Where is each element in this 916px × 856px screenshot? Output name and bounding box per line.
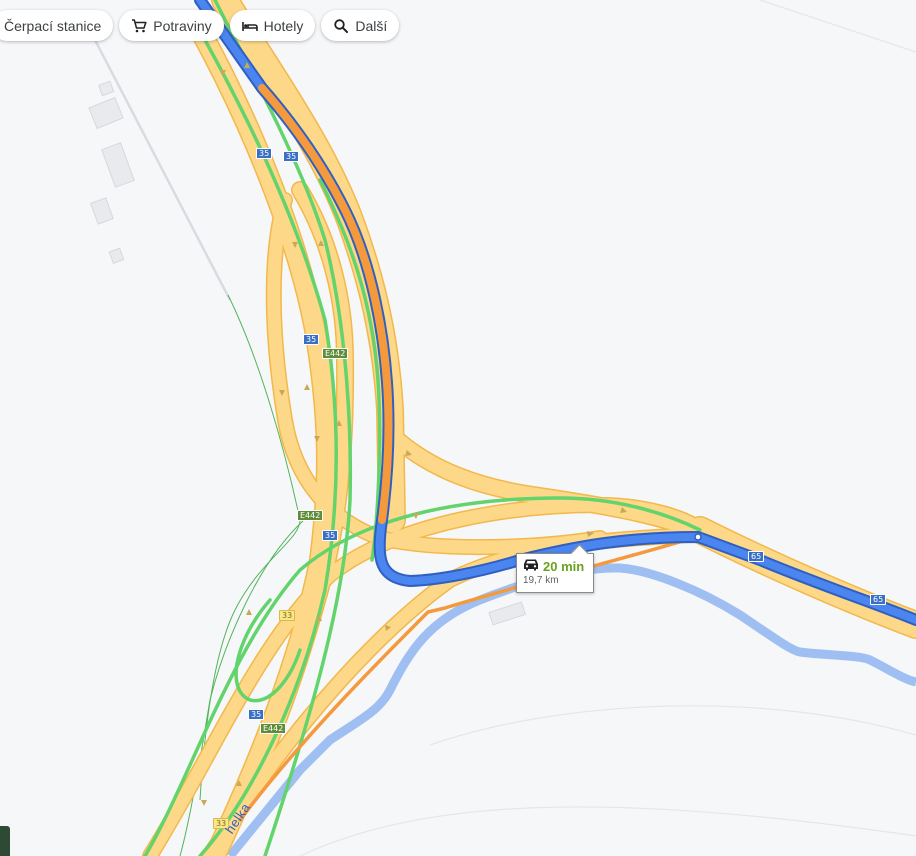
layer-thumbnail[interactable]	[0, 826, 10, 856]
search-icon	[333, 18, 349, 34]
route-waypoint[interactable]	[694, 533, 702, 541]
road-shield: E442	[260, 723, 287, 734]
chip-groceries[interactable]: Potraviny	[119, 10, 224, 41]
road-shield: 35	[322, 530, 339, 541]
road-shield: 35	[256, 148, 273, 159]
road-shield: 65	[748, 551, 765, 562]
shopping-cart-icon	[131, 18, 147, 34]
car-icon	[523, 558, 539, 574]
road-shield: E442	[297, 510, 324, 521]
map-canvas[interactable]	[0, 0, 916, 856]
chip-label: Hotely	[263, 17, 304, 34]
road-shield: 35	[303, 334, 320, 345]
route-duration: 20 min	[543, 558, 585, 574]
chip-hotels[interactable]: Hotely	[229, 10, 316, 41]
route-distance: 19,7 km	[523, 575, 559, 586]
road-shield: 33	[279, 610, 296, 621]
hotel-bed-icon	[241, 18, 258, 34]
chip-label: Další	[355, 17, 388, 34]
chip-label: Potraviny	[153, 17, 212, 34]
category-chip-bar: Čerpací stanice Potraviny Hotely Další	[0, 10, 400, 41]
route-duration-callout[interactable]: 20 min 19,7 km	[516, 544, 594, 593]
chip-gas-stations[interactable]: Čerpací stanice	[0, 10, 114, 41]
road-shield: E442	[322, 348, 349, 359]
road-shield: 35	[248, 709, 265, 720]
chip-more[interactable]: Další	[321, 10, 400, 41]
road-shield: 65	[870, 594, 887, 605]
chip-label: Čerpací stanice	[4, 17, 102, 34]
road-shield: 35	[283, 151, 300, 162]
